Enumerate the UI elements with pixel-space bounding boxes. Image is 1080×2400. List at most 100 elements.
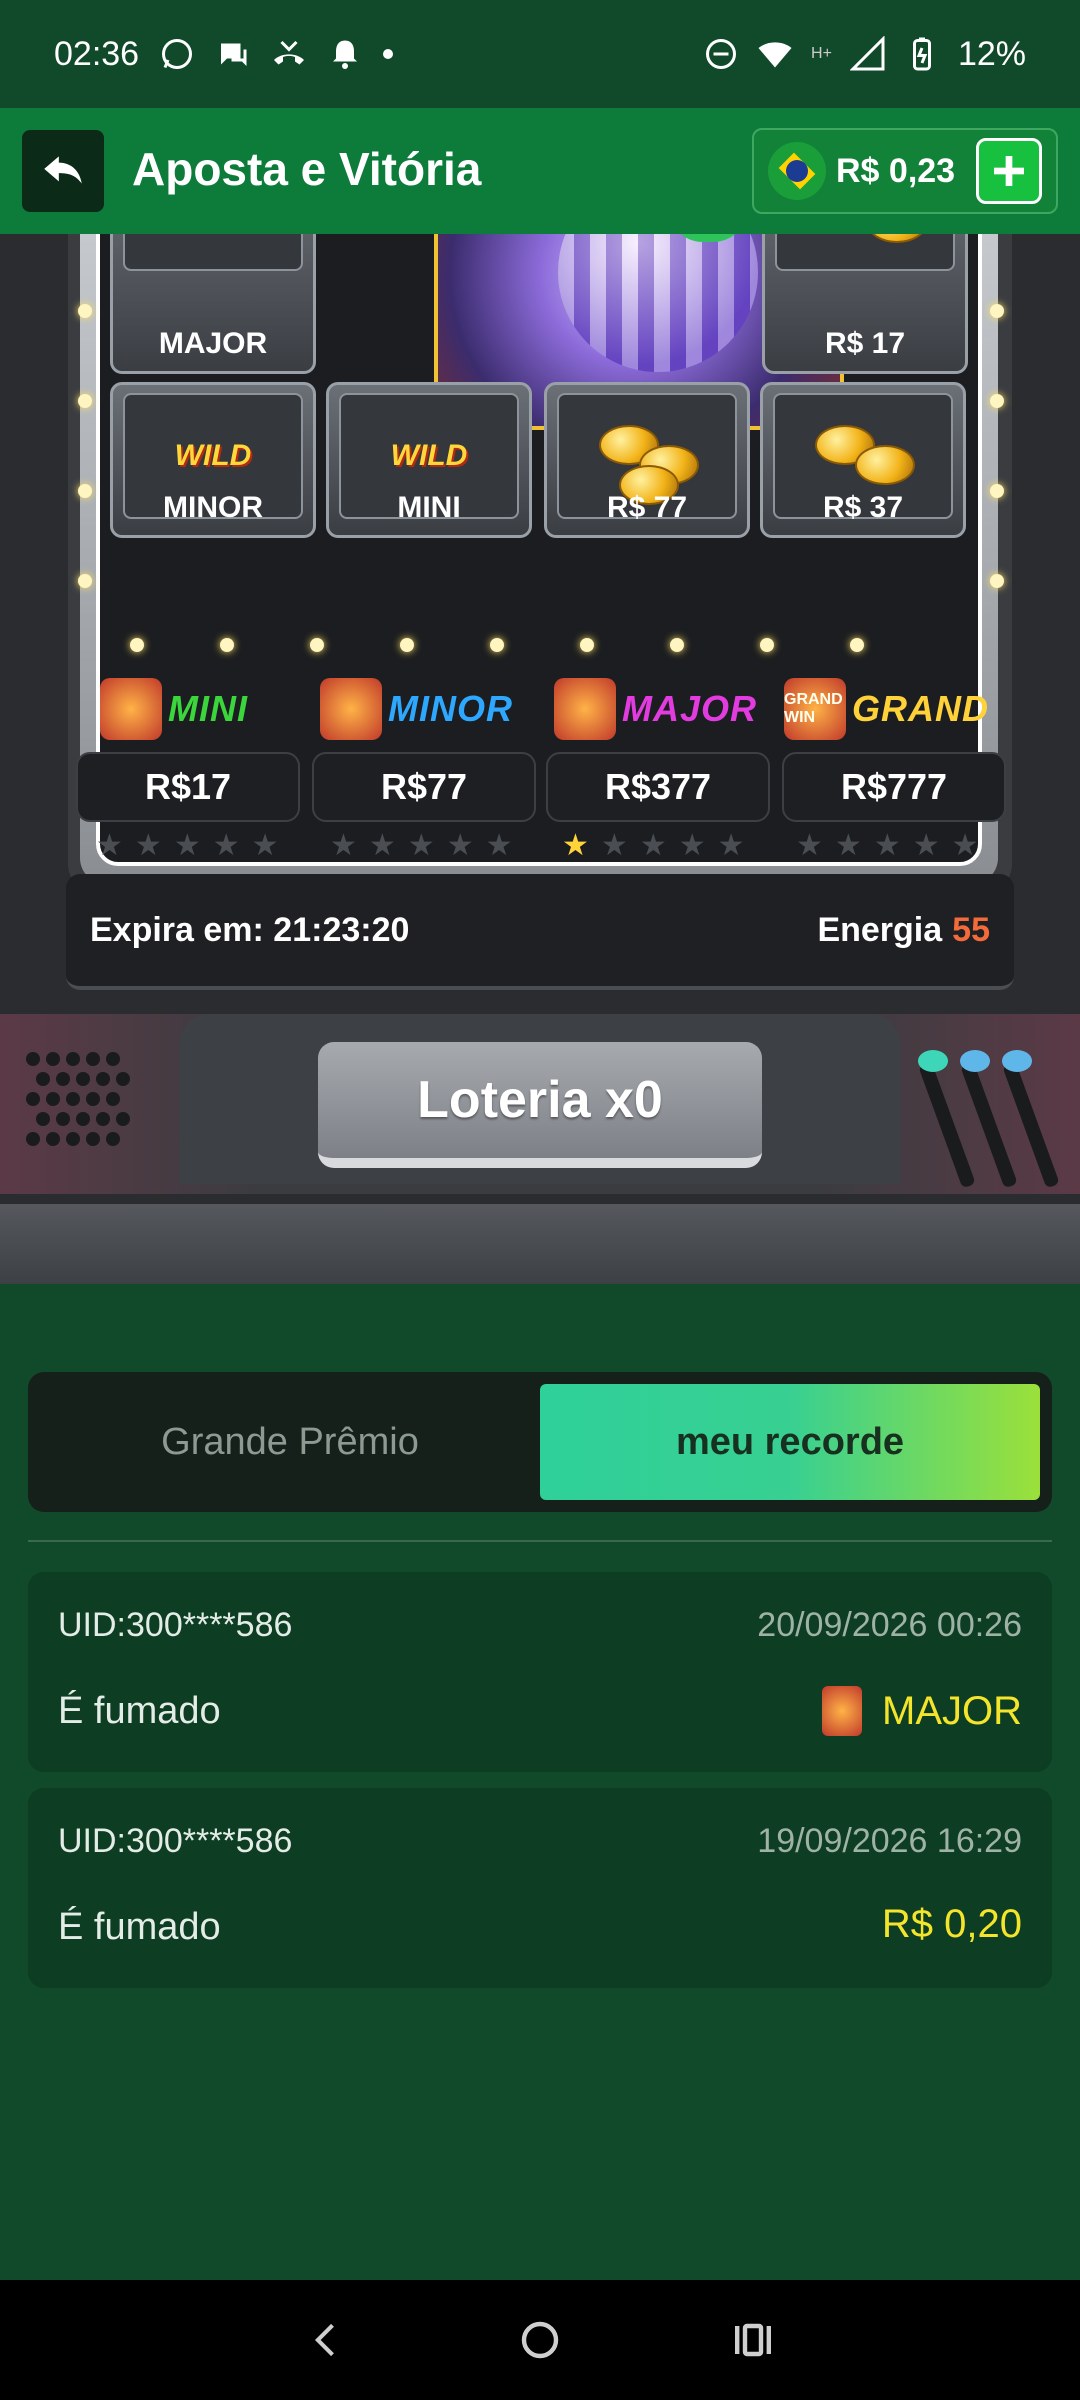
record-item: UID:300****586 19/09/2026 16:29 É fumado… [28, 1788, 1052, 1988]
balance-amount: R$ 0,23 [836, 151, 956, 190]
marquee-bulb [130, 638, 144, 652]
battery-icon [912, 37, 931, 71]
back-button[interactable] [22, 130, 104, 212]
record-date: 19/09/2026 16:29 [757, 1822, 1022, 1860]
slot-machine: WILD MAJOR R$ 17 WILD MINOR WILD MINI [0, 234, 1080, 1284]
speaker-hole [116, 1112, 130, 1126]
reel-cell-label: MAJOR [158, 327, 268, 360]
nav-back-button[interactable] [297, 2310, 357, 2370]
speaker-hole [116, 1072, 130, 1086]
tab-my-record[interactable]: meu recorde [540, 1384, 1040, 1500]
jackpot-name: MAJOR [622, 688, 758, 729]
marquee-bulb [580, 638, 594, 652]
speaker-hole [66, 1092, 80, 1106]
star-empty-icon: ★ [678, 829, 706, 862]
marquee-bulb [310, 638, 324, 652]
star-empty-icon: ★ [796, 829, 823, 862]
speaker-hole [56, 1072, 70, 1086]
jackpot-major: MAJOR [554, 678, 757, 740]
speaker-hole [96, 1072, 110, 1086]
star-empty-icon: ★ [173, 829, 201, 862]
jackpot-minor: MINOR [320, 678, 513, 740]
jackpot-name: MINI [168, 688, 248, 729]
speaker-hole [86, 1132, 100, 1146]
star-empty-icon: ★ [251, 829, 279, 862]
speaker-hole [36, 1112, 50, 1126]
lever-knob [918, 1050, 948, 1072]
record-date: 20/09/2026 00:26 [757, 1606, 1022, 1644]
stars-grand: ★ ★ ★ ★ ★ [796, 828, 979, 863]
speaker-hole [26, 1092, 40, 1106]
jackpot-value-major: R$377 [546, 752, 770, 822]
jackpot-mini: MINI [100, 678, 248, 740]
speaker-hole [106, 1132, 120, 1146]
star-empty-icon: ★ [212, 829, 240, 862]
back-arrow-icon [44, 156, 82, 184]
speaker-hole [106, 1092, 120, 1106]
marquee-bulb [990, 574, 1004, 588]
wild-text: WILD [174, 439, 252, 472]
star-empty-icon: ★ [873, 829, 901, 862]
speaker-hole [56, 1112, 70, 1126]
star-empty-icon: ★ [912, 829, 940, 862]
jackpot-value-mini: R$17 [76, 752, 300, 822]
gold-coins-icon [775, 234, 955, 271]
speaker-hole [66, 1052, 80, 1066]
more-notifications-dot [383, 49, 394, 59]
wild-dragon-icon [100, 678, 162, 740]
coin [855, 445, 915, 485]
signal-icon [849, 36, 885, 71]
balance-box: R$ 0,23 [752, 128, 1058, 214]
machine-base [0, 1204, 1080, 1284]
lottery-button[interactable]: Loteria x0 [318, 1042, 762, 1168]
speaker-hole [66, 1132, 80, 1146]
star-empty-icon: ★ [134, 829, 162, 862]
jackpot-value-grand: R$777 [782, 752, 1006, 822]
reel-cell-label: R$ 17 [824, 327, 906, 360]
divider [28, 1540, 1052, 1542]
marquee-bulb [78, 484, 92, 498]
jackpot-value-minor: R$77 [312, 752, 536, 822]
energy-value: 55 [952, 910, 990, 949]
recents-icon [735, 2323, 772, 2357]
marquee-bulb [78, 574, 92, 588]
star-empty-icon: ★ [446, 829, 474, 862]
speaker-hole [36, 1072, 50, 1086]
jackpot-name: MINOR [388, 688, 513, 729]
wild-rabbit-icon [320, 678, 382, 740]
status-bar: 02:36 H+ 12% [0, 0, 1080, 108]
marquee-bulb [990, 304, 1004, 318]
wild-cat-icon: WILD [123, 234, 303, 271]
star-filled-icon: ★ [562, 829, 589, 862]
nav-recents-button[interactable] [723, 2310, 783, 2370]
record-uid: UID:300****586 [58, 1606, 293, 1644]
nav-home-button[interactable] [510, 2310, 570, 2370]
brazil-flag-icon [768, 142, 826, 200]
star-empty-icon: ★ [600, 829, 628, 862]
home-circle-icon [521, 2321, 559, 2359]
record-item: UID:300****586 20/09/2026 00:26 É fumado… [28, 1572, 1052, 1772]
reel-cell-label: MINI [397, 491, 461, 524]
speaker-hole [106, 1052, 120, 1066]
chevron-left-icon [314, 2323, 334, 2357]
record-prize: R$ 0,20 [882, 1902, 1022, 1947]
app-header: Aposta e Vitória R$ 0,23 [0, 108, 1080, 234]
star-empty-icon: ★ [717, 829, 745, 862]
reel-cell-label: MINOR [163, 491, 263, 524]
speaker-hole [76, 1072, 90, 1086]
tab-grand-prize[interactable]: Grande Prêmio [40, 1384, 540, 1500]
star-empty-icon: ★ [834, 829, 862, 862]
star-empty-icon: ★ [951, 829, 979, 862]
star-empty-icon: ★ [485, 829, 513, 862]
marquee-bulb [78, 394, 92, 408]
add-funds-button[interactable] [976, 138, 1042, 204]
reel-cell-minor: WILD MINOR [110, 382, 316, 538]
wild-cat-icon [554, 678, 616, 740]
bell-icon [333, 40, 358, 69]
stars-major: ★ ★ ★ ★ ★ [562, 828, 745, 863]
marquee-bulb [220, 638, 234, 652]
missed-call-icon [274, 40, 305, 65]
star-empty-icon: ★ [330, 829, 357, 862]
speaker-hole [26, 1052, 40, 1066]
reel-cell-r17: R$ 17 [762, 234, 968, 374]
